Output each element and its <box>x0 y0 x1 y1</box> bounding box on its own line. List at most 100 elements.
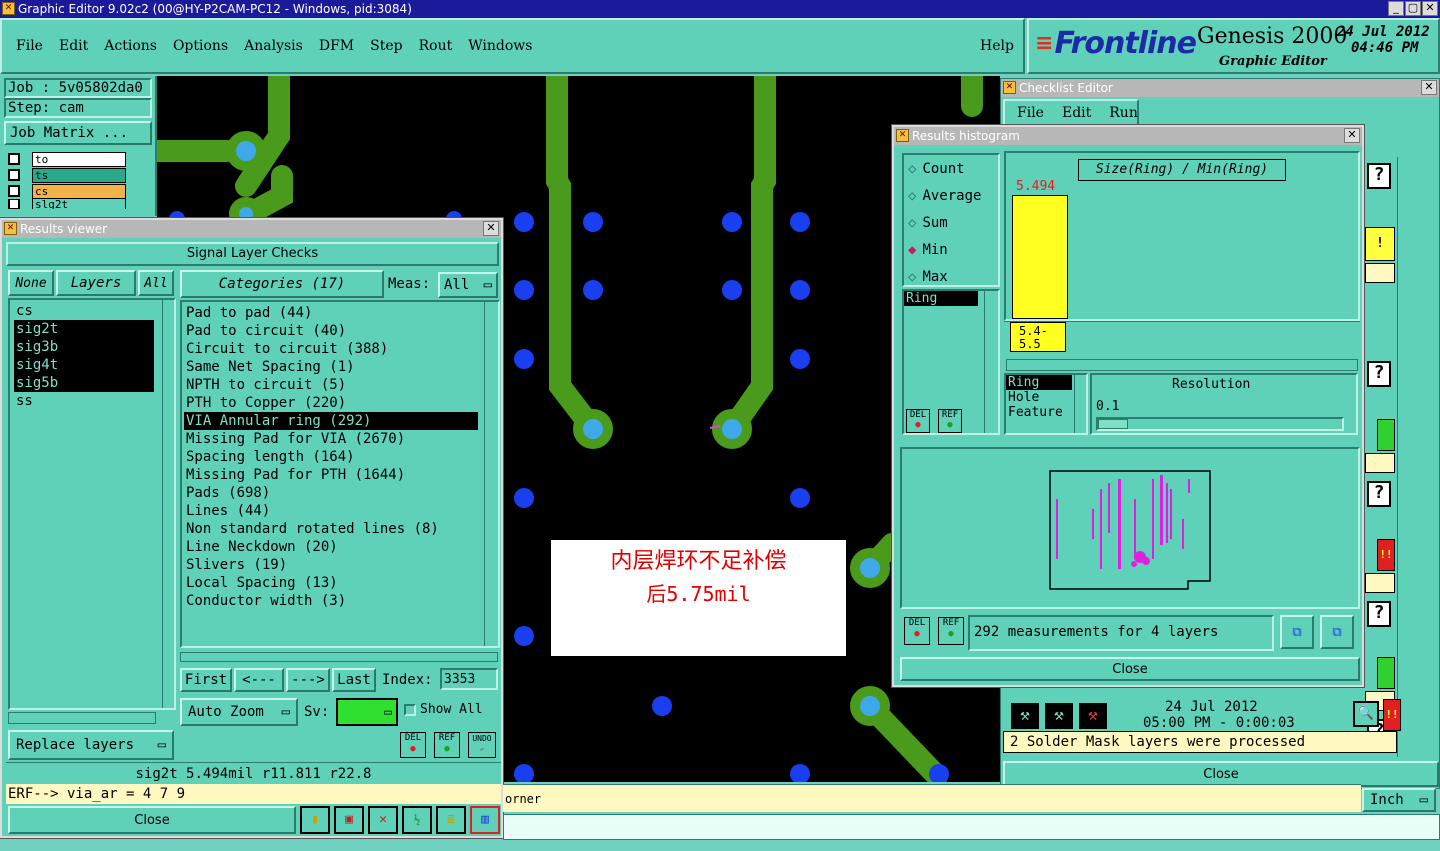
index-input[interactable] <box>440 668 498 690</box>
close-icon[interactable]: ✕ <box>483 221 499 236</box>
layer-list-hscroll[interactable] <box>8 712 156 724</box>
ref-button[interactable]: REF ● <box>938 617 964 645</box>
command-input-bar[interactable] <box>503 814 1440 840</box>
last-button[interactable]: Last <box>332 668 376 692</box>
del-button[interactable]: DEL ● <box>904 617 930 645</box>
mode-max[interactable]: ◇ Max <box>904 263 998 290</box>
category-list-item[interactable]: Slivers (19) <box>184 556 478 574</box>
status-error[interactable]: !! <box>1377 539 1395 571</box>
mode-min[interactable]: ◆ Min <box>904 236 998 263</box>
help-icon[interactable]: ? <box>1367 601 1391 627</box>
category-list-item[interactable]: Missing Pad for PTH (1644) <box>184 466 478 484</box>
category-list-item[interactable]: Lines (44) <box>184 502 478 520</box>
radio-icon[interactable]: ◇ <box>908 161 916 177</box>
category-list-item[interactable]: Pad to pad (44) <box>184 304 478 322</box>
none-button[interactable]: None <box>8 270 54 296</box>
category-list-item[interactable]: Same Net Spacing (1) <box>184 358 478 376</box>
category-list-item[interactable]: Line Neckdown (20) <box>184 538 478 556</box>
export-icon[interactable]: ⧉ <box>1280 615 1314 649</box>
layer-list-item[interactable]: sig5b <box>14 374 154 392</box>
delete-report-icon[interactable]: ✕ <box>368 806 398 834</box>
notes-icon[interactable]: ≣ <box>436 806 466 834</box>
run-icon[interactable]: ⚒ <box>1045 703 1073 729</box>
checklist-scrollbar[interactable] <box>1397 157 1415 757</box>
category-list-item[interactable]: VIA Annular ring (292) <box>184 412 478 430</box>
checkbox-icon[interactable] <box>8 153 20 165</box>
mode-average[interactable]: ◇ Average <box>904 182 998 209</box>
stop-icon[interactable]: ⚒ <box>1079 703 1107 729</box>
help-icon[interactable]: ? <box>1367 481 1391 507</box>
meas-dropdown[interactable]: All ▭ <box>438 272 498 298</box>
first-button[interactable]: First <box>180 668 232 692</box>
close-icon[interactable]: ✕ <box>1344 128 1360 143</box>
status-ok[interactable] <box>1377 419 1395 451</box>
layer-list-item[interactable]: sig3b <box>14 338 154 356</box>
category-list-item[interactable]: Spacing length (164) <box>184 448 478 466</box>
category-list-item[interactable]: Pads (698) <box>184 484 478 502</box>
category-list-item[interactable]: PTH to Copper (220) <box>184 394 478 412</box>
radio-icon[interactable]: ◇ <box>908 215 916 231</box>
help-icon[interactable]: ? <box>1367 361 1391 387</box>
radio-icon[interactable]: ◇ <box>908 188 916 204</box>
checkbox-icon[interactable] <box>8 199 20 209</box>
del-button[interactable]: DEL ● <box>906 409 930 433</box>
chart-hscroll[interactable] <box>1006 359 1358 371</box>
ref-button[interactable]: REF ● <box>938 409 962 433</box>
status-error[interactable]: !! <box>1383 699 1401 731</box>
ref-button[interactable]: REF ● <box>434 732 460 758</box>
checkbox-icon[interactable] <box>8 185 20 197</box>
slider-thumb[interactable] <box>1098 419 1128 429</box>
all-button[interactable]: All <box>138 270 174 296</box>
maximize-icon[interactable]: ▢ <box>1405 1 1421 16</box>
checkbox-icon[interactable] <box>404 703 416 716</box>
checklist-menu-edit[interactable]: Edit <box>1062 105 1091 121</box>
histogram-chart[interactable]: Size(Ring) / Min(Ring) 5.494 <box>1004 151 1360 321</box>
category-list-item[interactable]: Missing Pad for VIA (2670) <box>184 430 478 448</box>
list-scrollbar[interactable] <box>1074 375 1086 433</box>
menu-windows[interactable]: Windows <box>468 38 532 54</box>
layer-list-scrollbar[interactable] <box>162 300 174 708</box>
results-close-button[interactable]: Close <box>8 806 296 834</box>
menu-options[interactable]: Options <box>173 38 228 54</box>
menu-dfm[interactable]: DFM <box>319 38 354 54</box>
menu-help[interactable]: Help <box>980 38 1014 54</box>
menu-actions[interactable]: Actions <box>104 38 157 54</box>
status-warning[interactable]: ! <box>1365 227 1395 261</box>
replace-layers-dropdown[interactable]: Replace layers ▭ <box>8 730 174 760</box>
run-icon[interactable]: ⚒ <box>1011 703 1039 729</box>
undo-button[interactable]: UNDO ↶ <box>468 732 496 758</box>
resolution-slider[interactable] <box>1096 417 1344 431</box>
layer-list-item[interactable]: sig2t <box>14 320 154 338</box>
close-icon[interactable]: ✕ <box>1422 1 1438 16</box>
mode-sum[interactable]: ◇ Sum <box>904 209 998 236</box>
zoom-icon[interactable]: 🔍 <box>1353 701 1379 727</box>
checklist-menu-run[interactable]: Run <box>1109 105 1138 121</box>
layer-row[interactable]: ts <box>4 167 126 183</box>
command-line[interactable]: ERF--> via_ar = 4 7 9 <box>6 784 501 804</box>
histogram-close-button[interactable]: Close <box>900 657 1360 681</box>
show-all-toggle[interactable]: Show All <box>404 702 483 717</box>
histogram-icon[interactable]: ▥ <box>470 806 500 834</box>
prev-button[interactable]: <--- <box>234 668 284 692</box>
numbering-icon[interactable]: ½ <box>402 806 432 834</box>
location-map[interactable] <box>900 447 1360 609</box>
layer-row[interactable]: to <box>4 151 126 167</box>
category-list-item[interactable]: Circuit to circuit (388) <box>184 340 478 358</box>
category-list-item[interactable]: Local Spacing (13) <box>184 574 478 592</box>
mode-count[interactable]: ◇ Count <box>904 155 998 182</box>
histogram-bar[interactable] <box>1012 195 1068 319</box>
category-list-item[interactable]: Conductor width (3) <box>184 592 478 610</box>
auto-zoom-dropdown[interactable]: Auto Zoom ▭ <box>180 698 298 726</box>
measure-item[interactable]: Ring <box>904 291 978 306</box>
radio-icon[interactable]: ◇ <box>908 269 916 285</box>
category-list-scrollbar[interactable] <box>484 302 498 646</box>
checkbox-icon[interactable] <box>8 169 20 181</box>
close-icon[interactable]: ✕ <box>1421 80 1437 95</box>
category-list-item[interactable]: NPTH to circuit (5) <box>184 376 478 394</box>
highlight-icon[interactable]: ▮ <box>300 806 330 834</box>
layer-list-item[interactable]: ss <box>14 392 154 410</box>
menu-file[interactable]: File <box>16 38 43 54</box>
help-icon[interactable]: ? <box>1367 163 1391 189</box>
list-scrollbar[interactable] <box>984 291 998 433</box>
report-icon[interactable]: ▣ <box>334 806 364 834</box>
